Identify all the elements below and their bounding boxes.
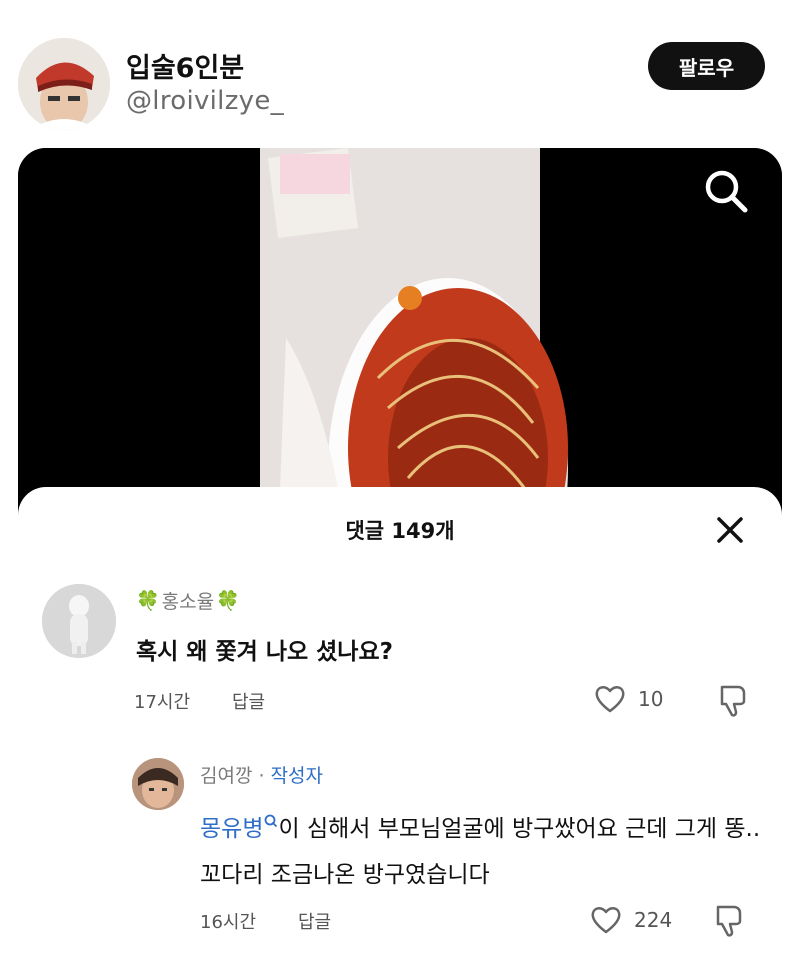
comment-text: 혹시 왜 쫓겨 나오 셨나요?: [136, 639, 393, 665]
username-text: 홍소율: [161, 591, 215, 613]
comments-count-title: 댓글 149개: [345, 519, 455, 543]
comment-text: 몽유병 이 심해서 부모님얼굴에 방구쌌어요 근데 그게 똥..꼬다리 조금나온 …: [200, 806, 780, 898]
comment-body: 이 심해서 부모님얼굴에 방구쌌어요 근데 그게 똥..꼬다리 조금나온 방구였…: [200, 816, 761, 888]
comment-username[interactable]: 🍀 홍소율 🍀: [136, 587, 240, 614]
like-count: 10: [638, 687, 664, 711]
follow-button[interactable]: 팔로우: [648, 42, 765, 90]
display-name[interactable]: 입술6인분: [126, 46, 244, 85]
profile-avatar[interactable]: [18, 38, 110, 130]
search-icon[interactable]: [700, 165, 752, 217]
thumbs-down-icon[interactable]: [716, 683, 750, 719]
username-text: 김여깡: [200, 765, 253, 787]
heart-icon[interactable]: [594, 684, 626, 714]
mention-link[interactable]: 몽유병: [200, 816, 263, 842]
separator-dot: ·: [252, 765, 271, 787]
search-icon: [265, 814, 278, 827]
avatar-image: [18, 38, 110, 130]
like-count: 224: [634, 908, 673, 932]
author-badge: 작성자: [270, 765, 324, 787]
commenter-avatar[interactable]: [132, 758, 184, 810]
user-handle[interactable]: @lroivilzye_: [126, 86, 284, 116]
clover-emoji: 🍀: [216, 590, 240, 612]
comment-username-line[interactable]: 김여깡 · 작성자: [200, 761, 323, 788]
reply-button[interactable]: 답글: [232, 688, 265, 714]
reply-button[interactable]: 답글: [298, 908, 331, 934]
comment-timestamp: 17시간: [134, 692, 191, 713]
thumbs-down-icon[interactable]: [712, 903, 746, 939]
comment-timestamp: 16시간: [200, 912, 257, 933]
close-icon[interactable]: [712, 512, 748, 548]
commenter-avatar[interactable]: [42, 584, 116, 658]
heart-icon[interactable]: [590, 905, 622, 935]
clover-emoji: 🍀: [136, 590, 160, 612]
